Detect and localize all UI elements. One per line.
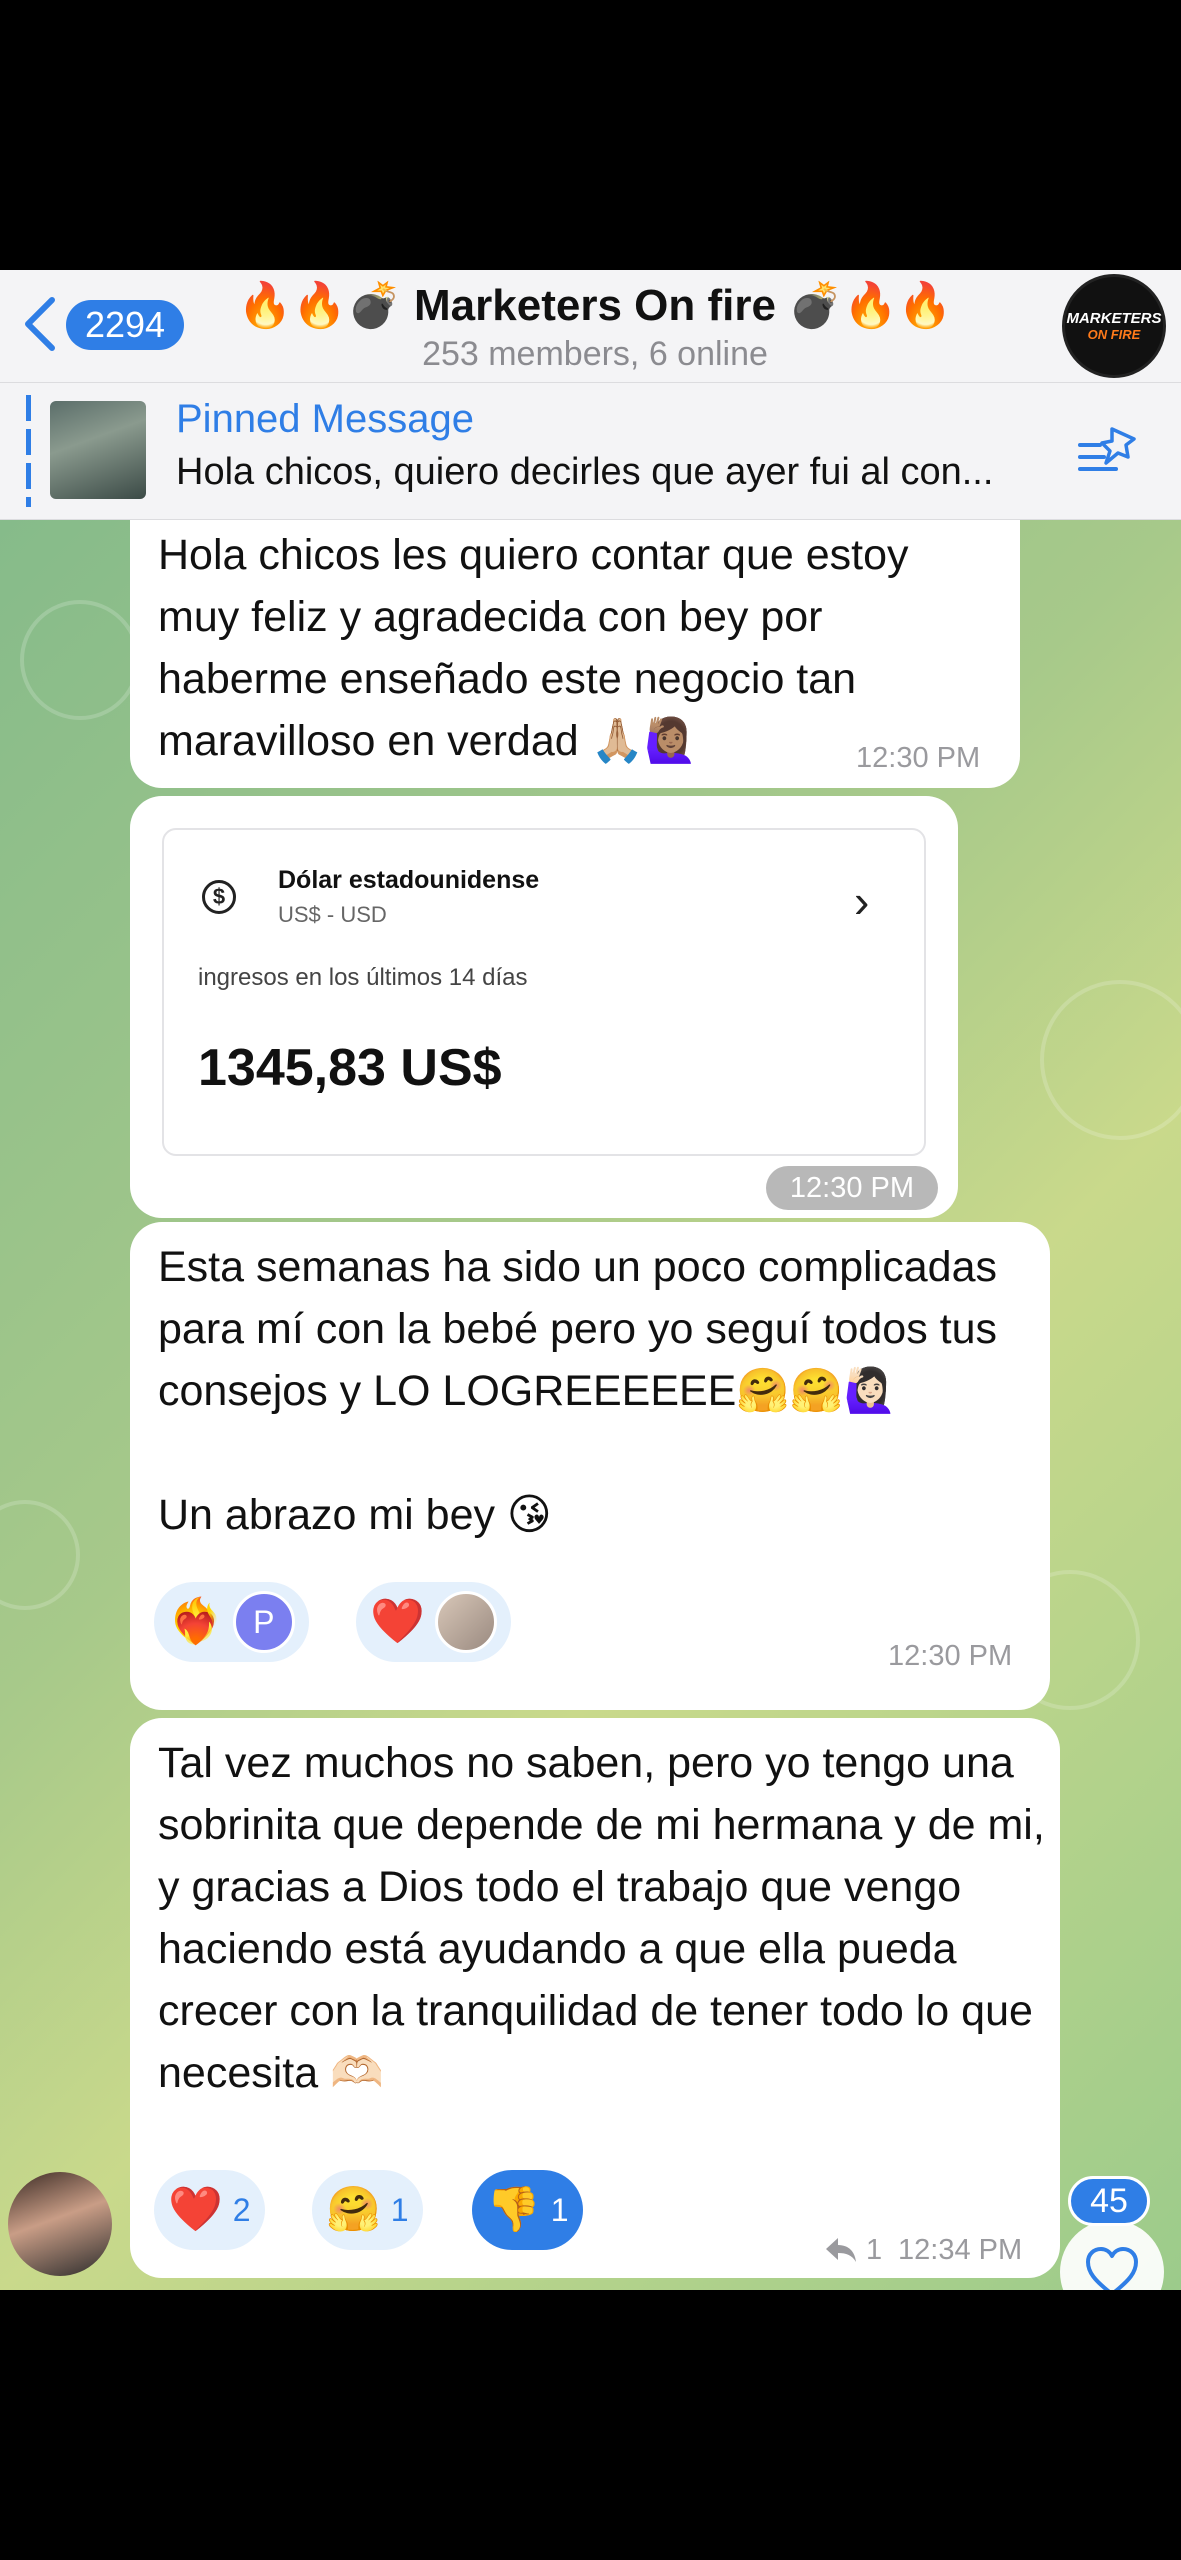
heart-icon: [1086, 2247, 1138, 2290]
unread-count-badge[interactable]: 2294: [66, 300, 184, 350]
balance-card: $ Dólar estadounidense US$ - USD › ingre…: [162, 828, 926, 1156]
reaction-count: 1: [550, 2191, 569, 2228]
reaction-thumbs-down[interactable]: 👎 1: [472, 2170, 583, 2250]
pinned-thumbnail: [50, 401, 146, 499]
reaction-hug[interactable]: 🤗 1: [312, 2170, 423, 2250]
reactor-avatar: P: [232, 1591, 295, 1653]
message-bubble[interactable]: Tal vez muchos no saben, pero yo tengo u…: [130, 1718, 1060, 2278]
reaction-heart[interactable]: ❤️ 2: [154, 2170, 265, 2250]
back-chevron-icon[interactable]: [18, 294, 62, 354]
pin-list-icon[interactable]: [1076, 423, 1140, 483]
wallpaper-doodle: [1040, 980, 1181, 1140]
pinned-message-bar[interactable]: Pinned Message Hola chicos, quiero decir…: [0, 382, 1181, 520]
message-time: 12:30 PM: [856, 742, 981, 774]
income-amount: 1345,83 US$: [198, 1039, 502, 1097]
pinned-indicator: [26, 395, 31, 507]
reaction-fire-heart[interactable]: ❤️‍🔥 P: [154, 1582, 309, 1662]
bottom-area: [0, 2290, 1181, 2560]
reaction-count: 1: [390, 2191, 409, 2228]
wallpaper-doodle: [20, 600, 140, 720]
reaction-heart[interactable]: ❤️: [356, 1582, 511, 1662]
group-avatar-line2: ON FIRE: [1087, 327, 1141, 342]
reactor-avatar: [434, 1591, 497, 1653]
message-time: 12:34 PM: [898, 2234, 1023, 2266]
chat-title-area[interactable]: 🔥🔥💣 Marketers On fire 💣🔥🔥 253 members, 6…: [200, 278, 990, 374]
chevron-right-icon: ›: [854, 875, 870, 927]
reply-count[interactable]: 1: [866, 2234, 882, 2267]
message-bubble[interactable]: Esta semanas ha sido un poco complicadas…: [130, 1222, 1050, 1710]
reactions-count-badge: 45: [1068, 2176, 1150, 2226]
currency-code: US$ - USD: [278, 902, 387, 927]
message-text: Tal vez muchos no saben, pero yo tengo u…: [158, 1739, 1045, 2097]
heart-emoji: ❤️: [168, 2185, 223, 2234]
heart-emoji: ❤️: [370, 1597, 425, 1646]
hug-emoji: 🤗: [326, 2185, 381, 2234]
message-text: Un abrazo mi bey 😘: [158, 1491, 552, 1539]
wallpaper-doodle: [0, 1500, 80, 1610]
message-time: 12:30 PM: [888, 1640, 1013, 1672]
chat-area[interactable]: Hola chicos les quiero contar que estoy …: [0, 520, 1181, 2290]
chat-subtitle: 253 members, 6 online: [422, 335, 768, 373]
sender-avatar[interactable]: [8, 2172, 112, 2276]
status-area: [0, 0, 1181, 270]
thumbs-down-emoji: 👎: [486, 2185, 541, 2234]
pinned-title: Pinned Message: [176, 397, 474, 441]
message-bubble[interactable]: Hola chicos les quiero contar que estoy …: [130, 520, 1020, 788]
dollar-icon: $: [202, 880, 236, 914]
message-time: 12:30 PM: [766, 1166, 938, 1210]
message-text: Esta semanas ha sido un poco complicadas…: [158, 1243, 998, 1415]
fire-heart-emoji: ❤️‍🔥: [168, 1597, 223, 1646]
income-label: ingresos en los últimos 14 días: [198, 964, 528, 991]
pinned-text: Hola chicos, quiero decirles que ayer fu…: [176, 451, 994, 493]
reply-arrow-icon: [826, 2238, 856, 2262]
chat-header: 2294 🔥🔥💣 Marketers On fire 💣🔥🔥 253 membe…: [0, 270, 1181, 382]
reaction-count: 2: [232, 2191, 251, 2228]
group-avatar-line1: MARKETERS: [1066, 310, 1162, 327]
chat-title: 🔥🔥💣 Marketers On fire 💣🔥🔥: [237, 281, 953, 330]
message-text: Hola chicos les quiero contar que estoy …: [158, 531, 909, 765]
currency-name: Dólar estadounidense: [278, 866, 540, 894]
reactions-jump-button[interactable]: [1060, 2220, 1164, 2290]
group-avatar[interactable]: MARKETERS ON FIRE: [1062, 274, 1166, 378]
message-bubble[interactable]: $ Dólar estadounidense US$ - USD › ingre…: [130, 796, 958, 1218]
